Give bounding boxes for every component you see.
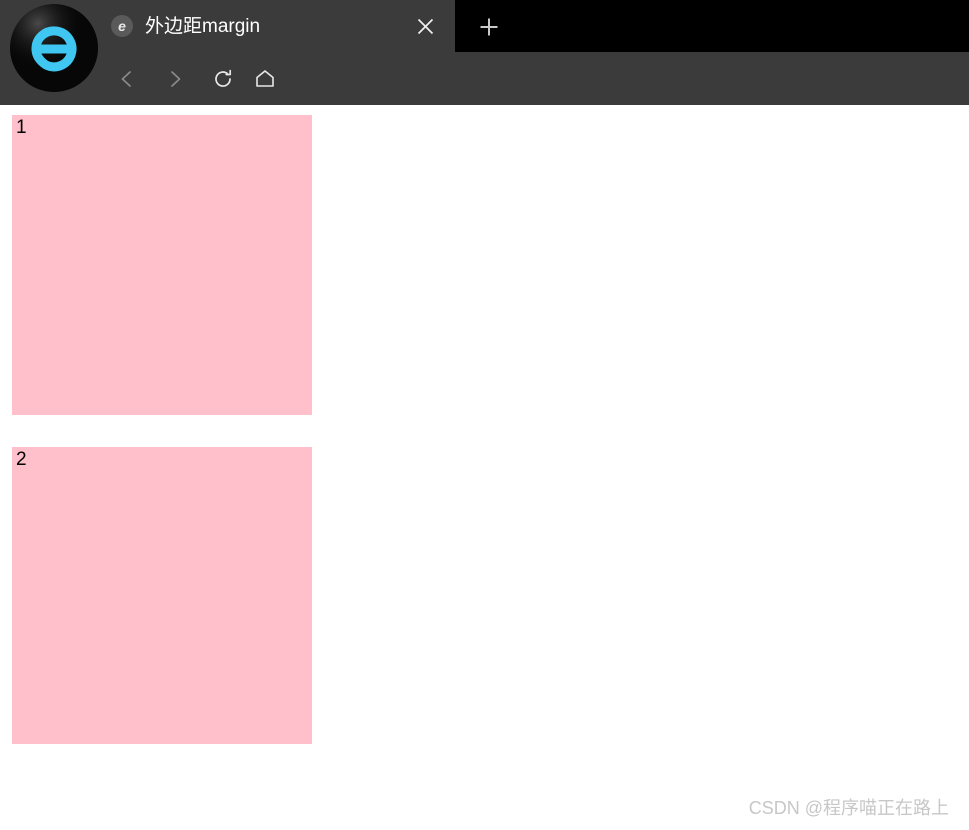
home-icon[interactable]	[246, 60, 284, 98]
browser-tab[interactable]: e 外边距margin	[100, 0, 455, 52]
page-viewport: 1 2 CSDN @程序喵正在路上	[0, 105, 969, 830]
new-tab-button[interactable]	[470, 10, 508, 44]
csdn-watermark: CSDN @程序喵正在路上	[748, 798, 949, 818]
margin-demo-box-1: 1	[12, 115, 312, 415]
tab-strip: e 外边距margin	[0, 0, 969, 92]
box-label: 2	[16, 449, 27, 470]
browser-toolbar: 文件 D:/VSCode/盒子模型/案例/盒子模型之外边距.html	[0, 52, 969, 149]
browser-window: e 外边距margin 1 2 CSDN @程序喵正在路上	[0, 0, 969, 830]
edge-favicon-icon: e	[111, 15, 133, 37]
edge-logo-icon	[10, 4, 98, 92]
box-label: 1	[16, 117, 27, 138]
edge-favicon-glyph: e	[118, 18, 126, 34]
reload-icon[interactable]	[204, 60, 242, 98]
margin-demo-box-2: 2	[12, 447, 312, 744]
tab-title: 外边距margin	[145, 16, 261, 37]
close-icon[interactable]	[413, 14, 437, 38]
chevron-left-icon[interactable]	[108, 60, 146, 98]
chevron-right-icon[interactable]	[156, 60, 194, 98]
